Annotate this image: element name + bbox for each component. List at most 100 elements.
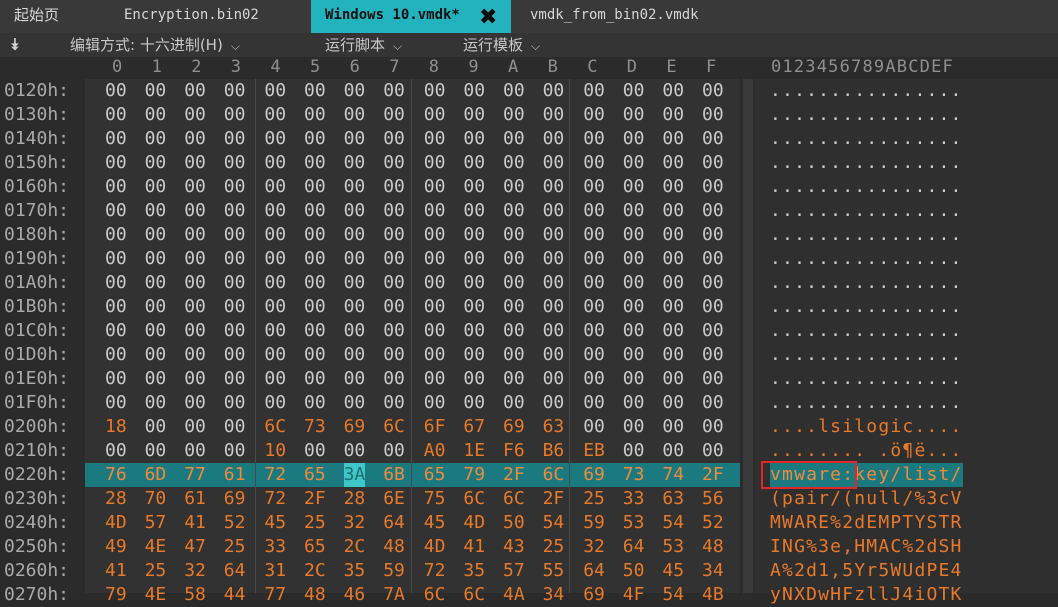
hex-byte[interactable]: 00 — [424, 199, 446, 223]
hex-byte[interactable]: 00 — [184, 391, 206, 415]
hex-byte[interactable]: 00 — [702, 199, 724, 223]
hex-byte[interactable]: 00 — [105, 439, 127, 463]
hex-byte[interactable]: 00 — [503, 247, 525, 271]
hex-byte[interactable]: 61 — [184, 487, 206, 511]
hex-byte[interactable]: 00 — [583, 295, 605, 319]
hex-byte[interactable]: 00 — [662, 439, 684, 463]
hex-byte[interactable]: 00 — [623, 247, 645, 271]
hex-byte[interactable]: B6 — [543, 439, 565, 463]
hex-byte[interactable]: 00 — [503, 319, 525, 343]
hex-byte[interactable]: 58 — [184, 583, 206, 607]
hex-byte[interactable]: 48 — [304, 583, 326, 607]
hex-byte[interactable]: 00 — [224, 79, 246, 103]
hex-byte[interactable]: 00 — [662, 175, 684, 199]
hex-byte[interactable]: 00 — [463, 367, 485, 391]
hex-byte[interactable]: 35 — [344, 559, 366, 583]
hex-byte[interactable]: 00 — [623, 199, 645, 223]
hex-byte[interactable]: 65 — [304, 463, 326, 487]
hex-byte[interactable]: 1E — [463, 439, 485, 463]
hex-byte[interactable]: 00 — [344, 295, 366, 319]
hex-byte[interactable]: 00 — [383, 319, 405, 343]
hex-byte[interactable]: 00 — [503, 175, 525, 199]
hex-byte[interactable]: 00 — [424, 295, 446, 319]
ascii-text[interactable]: ................ — [770, 295, 963, 319]
hex-byte[interactable]: 6C — [383, 415, 405, 439]
hex-byte[interactable]: 34 — [702, 559, 724, 583]
hex-byte[interactable]: 00 — [543, 319, 565, 343]
hex-byte[interactable]: 00 — [105, 391, 127, 415]
hex-byte[interactable]: 28 — [105, 487, 127, 511]
hex-byte[interactable]: 00 — [383, 151, 405, 175]
hex-byte[interactable]: 00 — [344, 439, 366, 463]
hex-byte[interactable]: 00 — [224, 391, 246, 415]
hex-byte[interactable]: 00 — [344, 199, 366, 223]
hex-byte[interactable]: 00 — [543, 79, 565, 103]
hex-byte[interactable]: 3A — [343, 463, 366, 487]
hex-byte[interactable]: 00 — [344, 247, 366, 271]
hex-byte[interactable]: 00 — [702, 415, 724, 439]
hex-byte[interactable]: 00 — [383, 223, 405, 247]
hex-byte[interactable]: 00 — [304, 367, 326, 391]
ascii-text[interactable]: A%2d1,5Yr5WUdPE4 — [770, 559, 963, 583]
hex-byte[interactable]: 00 — [383, 175, 405, 199]
hex-byte[interactable]: 00 — [224, 247, 246, 271]
hex-byte[interactable]: 00 — [304, 103, 326, 127]
hex-byte[interactable]: 4A — [503, 583, 525, 607]
hex-byte[interactable]: 00 — [184, 127, 206, 151]
hex-byte[interactable]: 00 — [383, 247, 405, 271]
hex-byte[interactable]: 00 — [264, 151, 286, 175]
hex-byte[interactable]: 00 — [304, 175, 326, 199]
hex-byte[interactable]: 64 — [383, 511, 405, 535]
ascii-text[interactable]: ................ — [770, 175, 963, 199]
hex-byte[interactable]: 00 — [224, 175, 246, 199]
hex-byte[interactable]: 00 — [662, 199, 684, 223]
hex-byte[interactable]: 47 — [184, 535, 206, 559]
hex-byte[interactable]: 00 — [145, 271, 167, 295]
tab-encryption-bin02[interactable]: Encryption.bin02 — [124, 0, 259, 33]
hex-byte[interactable]: 00 — [105, 343, 127, 367]
hex-byte[interactable]: 00 — [424, 343, 446, 367]
hex-byte[interactable]: 73 — [304, 415, 326, 439]
hex-byte[interactable]: 00 — [383, 103, 405, 127]
ascii-text[interactable]: ................ — [770, 343, 963, 367]
hex-byte[interactable]: 00 — [383, 295, 405, 319]
hex-byte[interactable]: 77 — [264, 583, 286, 607]
hex-byte[interactable]: 00 — [424, 391, 446, 415]
hex-byte[interactable]: 6F — [424, 415, 446, 439]
hex-byte[interactable]: 00 — [702, 175, 724, 199]
hex-byte[interactable]: 00 — [383, 127, 405, 151]
hex-byte[interactable]: 00 — [224, 223, 246, 247]
tab-start-page[interactable]: 起始页 — [14, 0, 59, 33]
hex-byte[interactable]: 45 — [424, 511, 446, 535]
hex-byte[interactable]: 6E — [383, 487, 405, 511]
hex-byte[interactable]: 00 — [304, 343, 326, 367]
hex-byte[interactable]: 00 — [503, 271, 525, 295]
hex-byte[interactable]: 00 — [264, 247, 286, 271]
hex-byte[interactable]: 00 — [264, 295, 286, 319]
hex-byte[interactable]: 00 — [503, 223, 525, 247]
hex-byte[interactable]: 35 — [463, 559, 485, 583]
hex-byte[interactable]: 72 — [424, 559, 446, 583]
hex-byte[interactable]: 00 — [583, 79, 605, 103]
hex-byte[interactable]: 75 — [424, 487, 446, 511]
ascii-text[interactable]: ....lsilogic.... — [770, 415, 963, 439]
hex-byte[interactable]: 00 — [662, 367, 684, 391]
hex-byte[interactable]: 00 — [184, 199, 206, 223]
hex-byte[interactable]: 6C — [503, 487, 525, 511]
hex-byte[interactable]: 00 — [623, 295, 645, 319]
hex-byte[interactable]: 00 — [264, 223, 286, 247]
hex-byte[interactable]: 00 — [145, 367, 167, 391]
hex-byte[interactable]: 00 — [543, 175, 565, 199]
hex-byte[interactable]: 00 — [344, 79, 366, 103]
hex-byte[interactable]: 49 — [105, 535, 127, 559]
hex-byte[interactable]: 25 — [304, 511, 326, 535]
hex-byte[interactable]: 00 — [623, 271, 645, 295]
hex-byte[interactable]: 00 — [304, 127, 326, 151]
hex-byte[interactable]: 00 — [304, 439, 326, 463]
hex-byte[interactable]: 2C — [344, 535, 366, 559]
hex-byte[interactable]: 2F — [543, 487, 565, 511]
hex-byte[interactable]: 65 — [424, 463, 446, 487]
hex-byte[interactable]: 55 — [543, 559, 565, 583]
hex-byte[interactable]: 00 — [583, 271, 605, 295]
hex-byte[interactable]: F6 — [503, 439, 525, 463]
